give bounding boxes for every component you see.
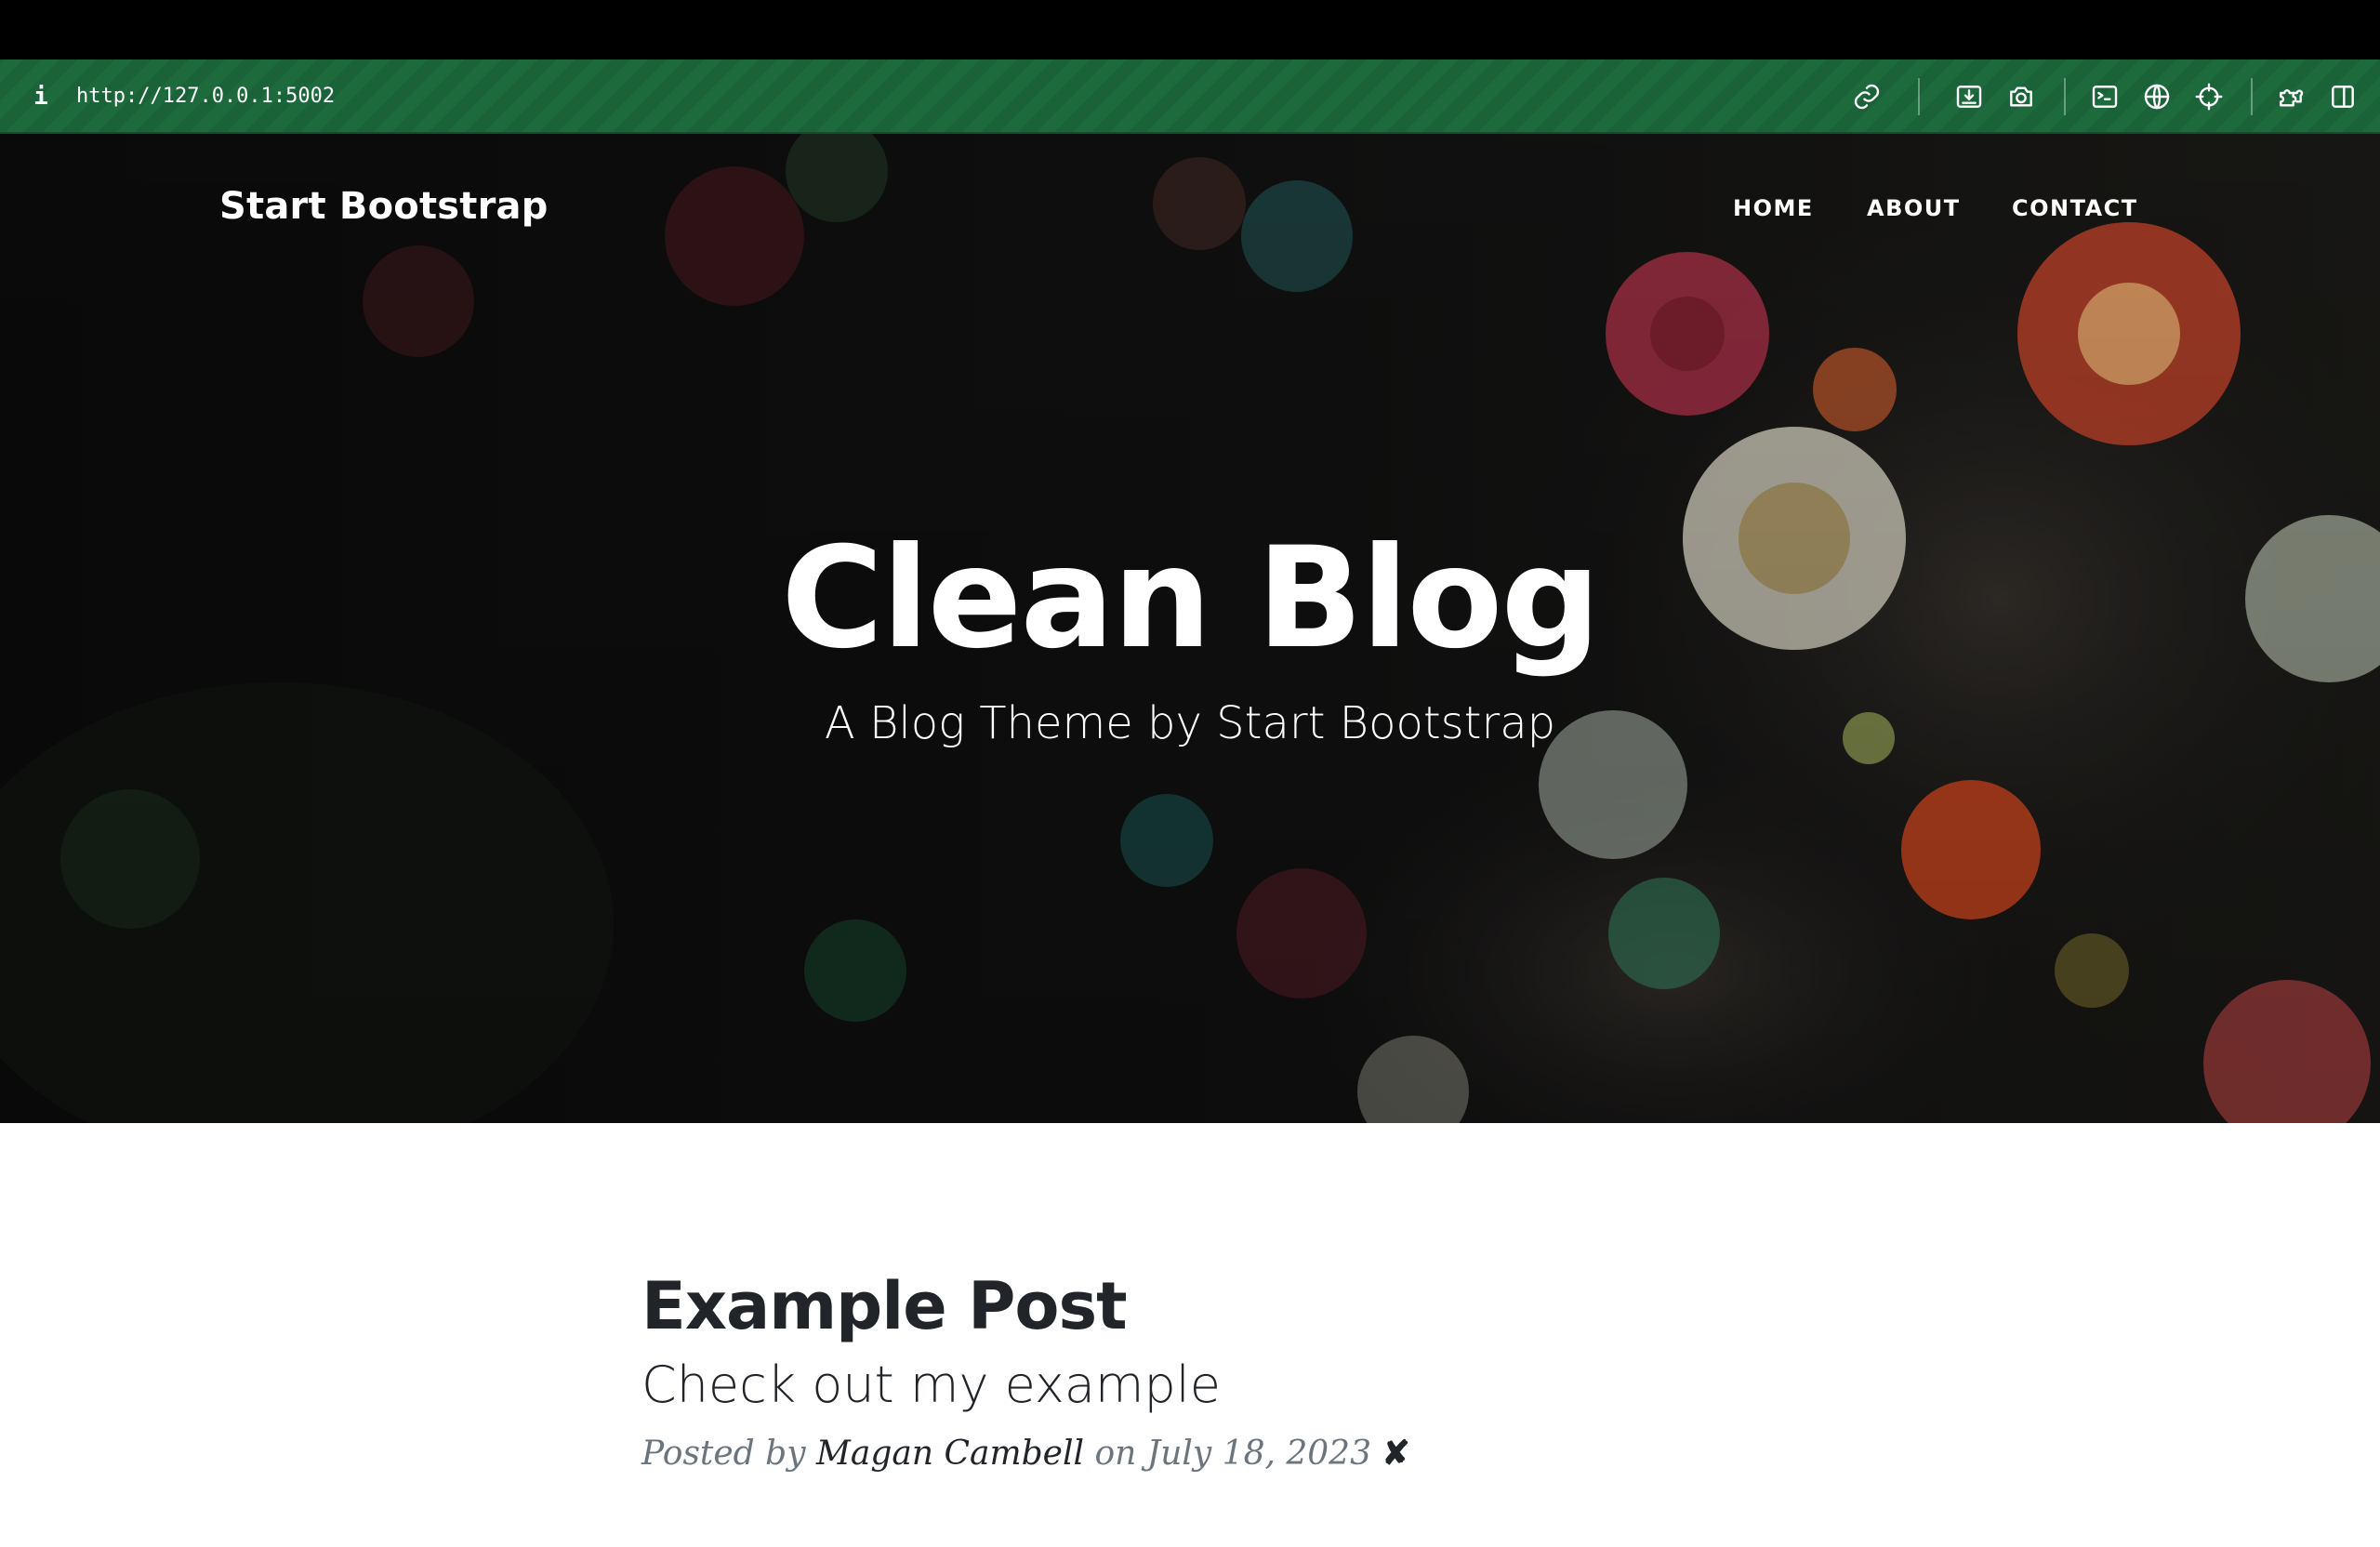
post-meta-prefix: Posted by xyxy=(641,1435,806,1473)
hero-title: Clean Blog xyxy=(781,518,1601,680)
post-author-link[interactable]: Magan Cambell xyxy=(816,1435,1084,1473)
hero-header: Start Bootstrap HOME ABOUT CONTACT Clean… xyxy=(0,134,2380,1123)
post-link[interactable]: Example Post Check out my example xyxy=(641,1264,1757,1419)
browser-address-bar: i http://127.0.0.1:5002 xyxy=(0,60,2380,134)
toolbar-separator xyxy=(2251,78,2253,115)
camera-icon[interactable] xyxy=(2004,80,2038,113)
link-icon[interactable] xyxy=(1850,80,1884,113)
window-top-strip xyxy=(0,0,2380,60)
post-meta-date: on July 18, 2023 xyxy=(1094,1435,1371,1473)
post-preview: Example Post Check out my example Posted… xyxy=(641,1264,1757,1479)
main-nav: HOME ABOUT CONTACT xyxy=(1711,190,2153,227)
url-field[interactable]: http://127.0.0.1:5002 xyxy=(76,80,335,113)
toolbar-separator xyxy=(2064,78,2066,115)
nav-link-contact[interactable]: CONTACT xyxy=(2012,190,2138,227)
toolbar-separator xyxy=(1918,78,1920,115)
image-download-icon[interactable] xyxy=(1952,80,1986,113)
nav-link-home[interactable]: HOME xyxy=(1733,190,1814,227)
crosshair-icon[interactable] xyxy=(2192,80,2226,113)
navbar-brand[interactable]: Start Bootstrap xyxy=(219,182,549,231)
site-info-icon[interactable]: i xyxy=(30,80,52,113)
extensions-icon[interactable] xyxy=(2274,80,2307,113)
terminal-icon[interactable] xyxy=(2088,80,2122,113)
delete-post-button[interactable]: ✘ xyxy=(1382,1434,1409,1473)
nav-link-about[interactable]: ABOUT xyxy=(1867,190,1961,227)
split-view-icon[interactable] xyxy=(2326,80,2360,113)
globe-icon[interactable] xyxy=(2140,80,2174,113)
post-subtitle[interactable]: Check out my example xyxy=(641,1352,1757,1419)
post-meta: Posted by Magan Cambell on July 18, 2023… xyxy=(641,1428,1757,1479)
hero-subtitle: A Blog Theme by Start Bootstrap xyxy=(824,697,1556,749)
post-title[interactable]: Example Post xyxy=(641,1264,1757,1348)
